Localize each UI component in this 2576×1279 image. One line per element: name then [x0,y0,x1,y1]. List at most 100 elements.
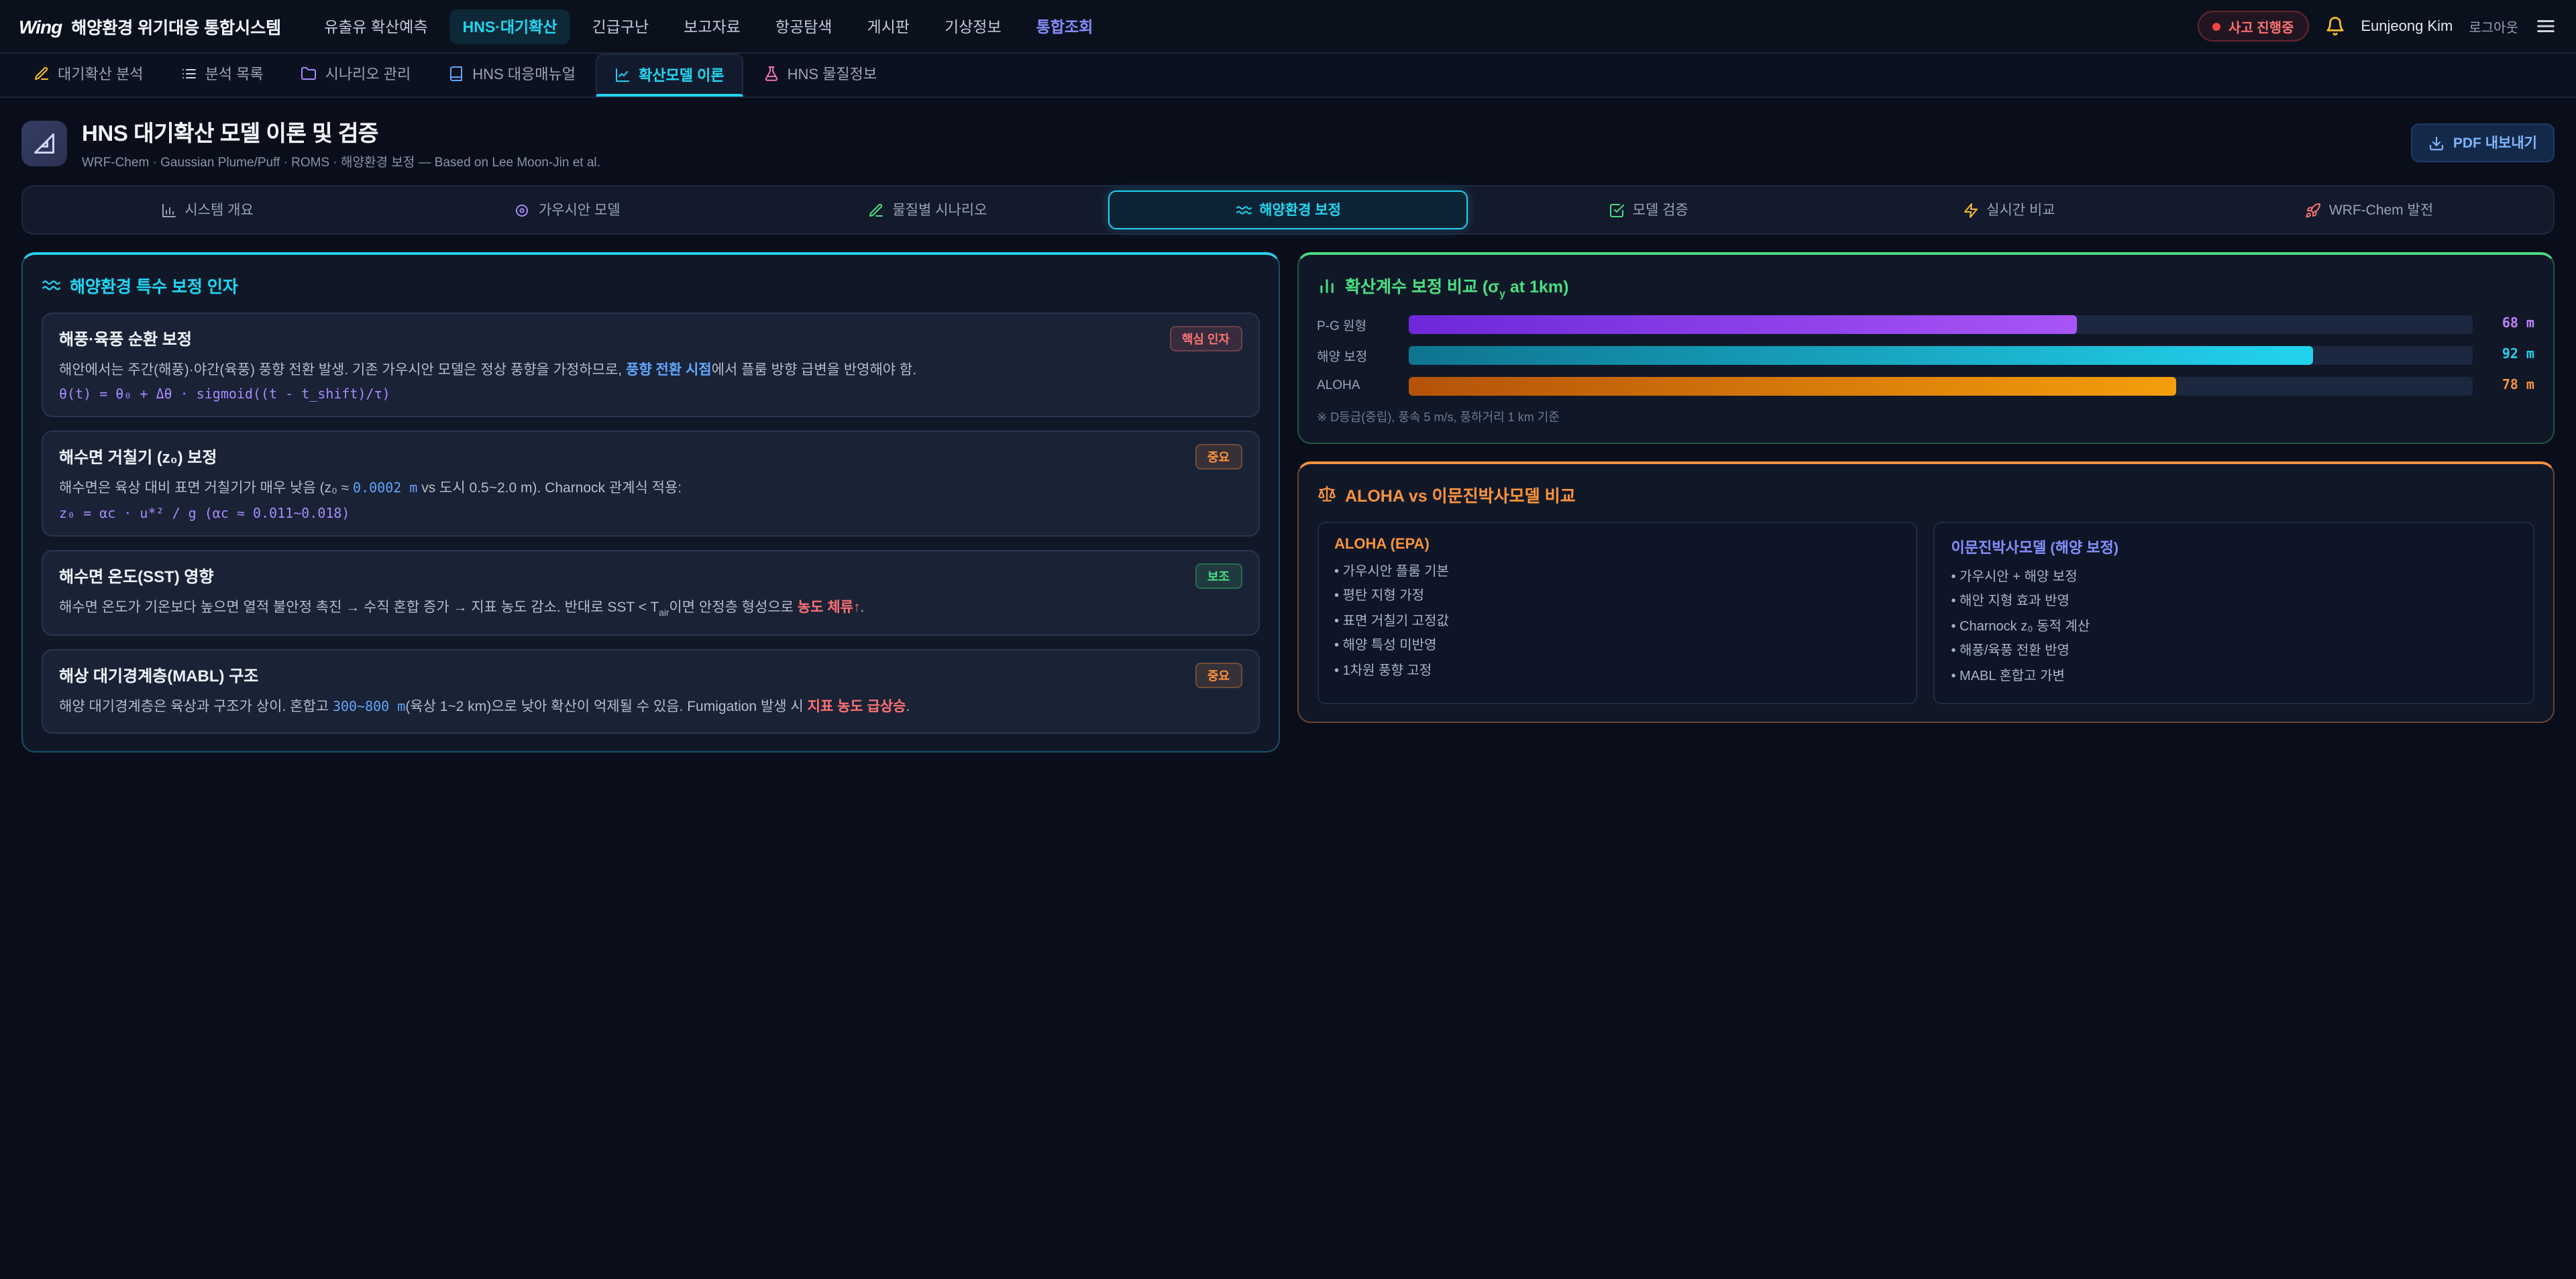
nav-item[interactable]: 통합조회 [1023,9,1107,44]
marine-correction-card: 해양환경 특수 보정 인자 해풍·육풍 순환 보정 핵심 인자해안에서는 주간(해… [21,252,1279,753]
factor-description: 해수면 온도가 기온보다 높으면 열적 불안정 촉진 → 수직 혼합 증가 → … [59,597,1242,622]
subtab[interactable]: 대기확산 분석 [16,54,161,97]
factor-badge: 보조 [1195,563,1242,589]
correction-factor: 해상 대기경계층(MABL) 구조중요해양 대기경계층은 육상과 구조가 상이.… [42,650,1259,734]
comparison-column-header: ALOHA (EPA) [1334,536,1900,552]
comparison-item: • 1차원 풍향 고정 [1334,659,1900,684]
brand-title: 해양환경 위기대응 통합시스템 [71,13,281,39]
marine-correction-title: 해양환경 특수 보정 인자 [70,272,238,298]
nav-item[interactable]: 항공탐색 [762,9,846,44]
subtab[interactable]: 시나리오 관리 [284,54,429,97]
model-comparison-title: ALOHA vs 이문진박사모델 비교 [1345,481,1576,506]
section-tabs: 시스템 개요 가우시안 모델 물질별 시나리오해양환경 보정 모델 검증 실시간 비교 W… [21,185,2555,235]
chart-footnote: ※ D등급(중립), 풍속 5 m/s, 풍하거리 1 km 기준 [1317,407,2534,425]
chart-bar-row: ALOHA78 m [1317,376,2534,395]
triangle-ruler-icon [21,120,67,166]
section-tab[interactable]: 시스템 개요 [27,190,387,229]
incident-badge-label: 사고 진행중 [2229,16,2294,36]
section-tab[interactable]: 물질별 시나리오 [747,190,1108,229]
bar-track [1408,345,2473,364]
status-dot-icon [2212,22,2220,30]
nav-item[interactable]: 긴급구난 [579,9,663,44]
model-comparison-header: ALOHA vs 이문진박사모델 비교 [1317,481,2534,506]
correction-factor: 해수면 온도(SST) 영향보조해수면 온도가 기온보다 높으면 열적 불안정 … [42,550,1259,636]
subtab[interactable]: 분석 목록 [164,54,281,97]
page-subtitle: WRF-Chem · Gaussian Plume/Puff · ROMS · … [82,152,600,170]
logout-button[interactable]: 로그아웃 [2469,16,2518,36]
nav-item[interactable]: 기상정보 [931,9,1015,44]
flask-icon [763,66,780,82]
wave-icon [42,276,60,294]
bar-chart: P-G 원형68 m해양 보정92 mALOHA78 m [1317,315,2534,395]
nav-item[interactable]: HNS·대기확산 [449,9,571,44]
chart-line-icon [614,66,631,82]
correction-factor: 해풍·육풍 순환 보정 핵심 인자해안에서는 주간(해풍)·야간(육풍) 풍향 전… [42,313,1259,418]
section-tab-label: WRF-Chem 발전 [2329,200,2433,220]
page-title: HNS 대기확산 모델 이론 및 검증 [82,115,600,148]
factor-badge: 핵심 인자 [1170,326,1242,351]
subtab-label: HNS 대응매뉴얼 [472,63,576,85]
factor-head: 해수면 거칠기 (z₀) 보정중요 [59,445,1242,470]
subtab[interactable]: 확산모델 이론 [596,54,743,97]
comparison-column-header: 이문진박사모델 (해양 보정) [1951,536,2518,557]
page-titles: HNS 대기확산 모델 이론 및 검증 WRF-Chem · Gaussian … [82,115,600,170]
rocket-icon [2305,202,2321,218]
incident-status-badge: 사고 진행중 [2198,11,2309,42]
subtab-bar: 대기확산 분석 분석 목록 시나리오 관리 HNS 대응매뉴얼 확산모델 이론HNS 물… [0,54,2576,98]
bolt-icon [1962,202,1978,218]
user-name[interactable]: Eunjeong Kim [2361,18,2453,34]
right-column: 확산계수 보정 비교 (σy at 1km) P-G 원형68 m해양 보정92… [1297,252,2555,723]
marine-correction-header: 해양환경 특수 보정 인자 [42,272,1259,298]
menu-icon[interactable] [2534,16,2557,36]
download-icon [2429,135,2445,151]
factor-head: 해수면 온도(SST) 영향보조 [59,563,1242,589]
comparison-item: • Charnock z₀ 동적 계산 [1951,615,2518,640]
bar-fill [1408,345,2313,364]
subtab[interactable]: HNS 대응매뉴얼 [431,54,593,97]
chart-bar-row: 해양 보정92 m [1317,345,2534,364]
bar-chart-icon [1317,277,1336,296]
section-tab[interactable]: 해양환경 보정 [1108,190,1468,229]
factor-title: 해수면 거칠기 (z₀) 보정 [59,446,217,469]
section-tab[interactable]: 실시간 비교 [1829,190,2189,229]
bar-label: 해양 보정 [1317,345,1395,364]
pencil-icon [34,66,50,82]
subtab-label: 시나리오 관리 [325,63,411,85]
chart-bars-icon [160,202,176,218]
comparison-item: • 해풍/육풍 전환 반영 [1951,640,2518,665]
correction-factor-list: 해풍·육풍 순환 보정 핵심 인자해안에서는 주간(해풍)·야간(육풍) 풍향 전… [42,313,1259,734]
section-tab[interactable]: 모델 검증 [1468,190,1829,229]
pdf-export-button[interactable]: PDF 내보내기 [2412,123,2555,162]
factor-head: 해상 대기경계층(MABL) 구조중요 [59,663,1242,689]
section-tab-label: 모델 검증 [1633,200,1688,220]
factor-description: 해수면은 육상 대비 표면 거칠기가 매우 낮음 (z₀ ≈ 0.0002 m … [59,478,1242,500]
book-icon [448,66,464,82]
nav-item[interactable]: 보고자료 [670,9,754,44]
section-tab[interactable]: 가우시안 모델 [387,190,747,229]
subtab-label: 대기확산 분석 [58,63,144,85]
comparison-item: • 평탄 지형 가정 [1334,585,1900,610]
correction-factor: 해수면 거칠기 (z₀) 보정중요해수면은 육상 대비 표면 거칠기가 매우 낮… [42,431,1259,537]
section-tab[interactable]: WRF-Chem 발전 [2189,190,2549,229]
gaussian-icon [515,202,531,218]
factor-description: 해안에서는 주간(해풍)·야간(육풍) 풍향 전환 발생. 기존 가우시안 모델… [59,359,1242,382]
comparison-grid: ALOHA (EPA)• 가우시안 플룸 기본• 평탄 지형 가정• 표면 거칠… [1317,521,2534,704]
nav-item[interactable]: 게시판 [853,9,923,44]
notification-bell-icon[interactable] [2324,16,2345,36]
pdf-export-label: PDF 내보내기 [2453,133,2537,153]
balance-scale-icon [1317,484,1336,503]
page-header: HNS 대기확산 모델 이론 및 검증 WRF-Chem · Gaussian … [0,98,2576,182]
check-square-icon [1609,202,1625,218]
section-tab-label: 가우시안 모델 [539,200,621,220]
comparison-item: • 해양 특성 미반영 [1334,634,1900,659]
subtab[interactable]: HNS 물질정보 [746,54,895,97]
nav-item[interactable]: 유출유 확산예측 [311,9,441,44]
page-header-left: HNS 대기확산 모델 이론 및 검증 WRF-Chem · Gaussian … [21,115,600,170]
brand: Wing 해양환경 위기대응 통합시스템 [19,13,281,39]
model-comparison-card: ALOHA vs 이문진박사모델 비교 ALOHA (EPA)• 가우시안 플룸… [1297,461,2555,723]
main-content: 해양환경 특수 보정 인자 해풍·육풍 순환 보정 핵심 인자해안에서는 주간(해… [0,252,2576,753]
brand-logo: Wing [19,15,62,37]
main-nav: 유출유 확산예측HNS·대기확산긴급구난보고자료항공탐색게시판기상정보통합조회 [311,9,2168,44]
factor-title: 해풍·육풍 순환 보정 [59,327,192,350]
sigma-comparison-header: 확산계수 보정 비교 (σy at 1km) [1317,272,2534,300]
